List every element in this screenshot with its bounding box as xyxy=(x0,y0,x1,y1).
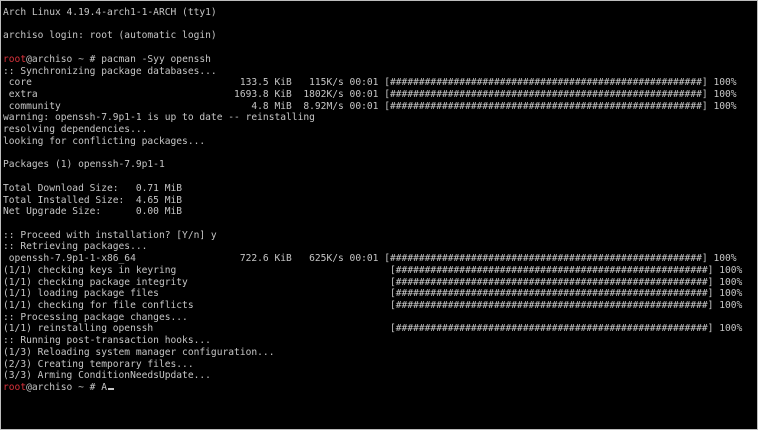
check-keys-progress: (1/1) checking keys in keyring [########… xyxy=(3,264,743,276)
active-command-line[interactable]: root@archiso ~ # A xyxy=(3,382,757,394)
resolving-message: resolving dependencies... xyxy=(3,124,148,136)
check-integrity-progress: (1/1) checking package integrity [######… xyxy=(3,276,743,288)
console-output: Arch Linux 4.19.4-arch1-1-ARCH (tty1) ar… xyxy=(3,7,757,394)
reinstall-progress: (1/1) reinstalling openssh [############… xyxy=(3,323,743,335)
processing-header: :: Processing package changes... xyxy=(3,311,188,323)
upgrade-size: Net Upgrade Size: 0.00 MiB xyxy=(3,206,183,218)
login-message: archiso login: root (automatic login) xyxy=(3,30,217,42)
terminal-window[interactable]: Arch Linux 4.19.4-arch1-1-ARCH (tty1) ar… xyxy=(0,0,758,430)
prompt-user: root xyxy=(3,53,27,65)
installed-size: Total Installed Size: 4.65 MiB xyxy=(3,194,183,206)
command-line: root@archiso ~ # pacman -Syy openssh xyxy=(3,53,757,66)
conflicts-message: looking for conflicting packages... xyxy=(3,135,206,147)
load-files-progress: (1/1) loading package files [###########… xyxy=(3,288,743,300)
db-progress-community: community 4.8 MiB 8.92M/s 00:01 [#######… xyxy=(3,100,737,112)
prompt-host: @archiso ~ # xyxy=(26,53,102,65)
check-conflicts-progress: (1/1) checking for file conflicts [#####… xyxy=(3,299,743,311)
retrieving-header: :: Retrieving packages... xyxy=(3,241,148,253)
packages-line: Packages (1) openssh-7.9p1-1 xyxy=(3,159,165,171)
hook-step-1: (1/3) Reloading system manager configura… xyxy=(3,346,275,358)
db-progress-core: core 133.5 KiB 115K/s 00:01 [###########… xyxy=(3,77,737,89)
db-progress-extra: extra 1693.8 KiB 1802K/s 00:01 [########… xyxy=(3,89,737,101)
hook-step-2: (2/3) Creating temporary files... xyxy=(3,358,194,370)
hook-step-3: (3/3) Arming ConditionNeedsUpdate... xyxy=(3,370,211,382)
text-cursor xyxy=(107,388,114,390)
command-input[interactable]: A xyxy=(101,382,107,393)
sync-header: :: Synchronizing package databases... xyxy=(3,65,217,77)
warning-message: warning: openssh-7.9p1-1 is up to date -… xyxy=(3,112,315,124)
prompt-host: @archiso ~ # xyxy=(26,382,102,393)
prompt-user: root xyxy=(3,382,27,393)
system-banner: Arch Linux 4.19.4-arch1-1-ARCH (tty1) xyxy=(3,7,217,18)
command-text: pacman -Syy openssh xyxy=(101,53,211,65)
package-download-progress: openssh-7.9p1-1-x86_64 722.6 KiB 625K/s … xyxy=(3,253,737,265)
hooks-header: :: Running post-transaction hooks... xyxy=(3,335,211,347)
download-size: Total Download Size: 0.71 MiB xyxy=(3,182,183,194)
proceed-prompt: :: Proceed with installation? [Y/n] y xyxy=(3,229,217,241)
